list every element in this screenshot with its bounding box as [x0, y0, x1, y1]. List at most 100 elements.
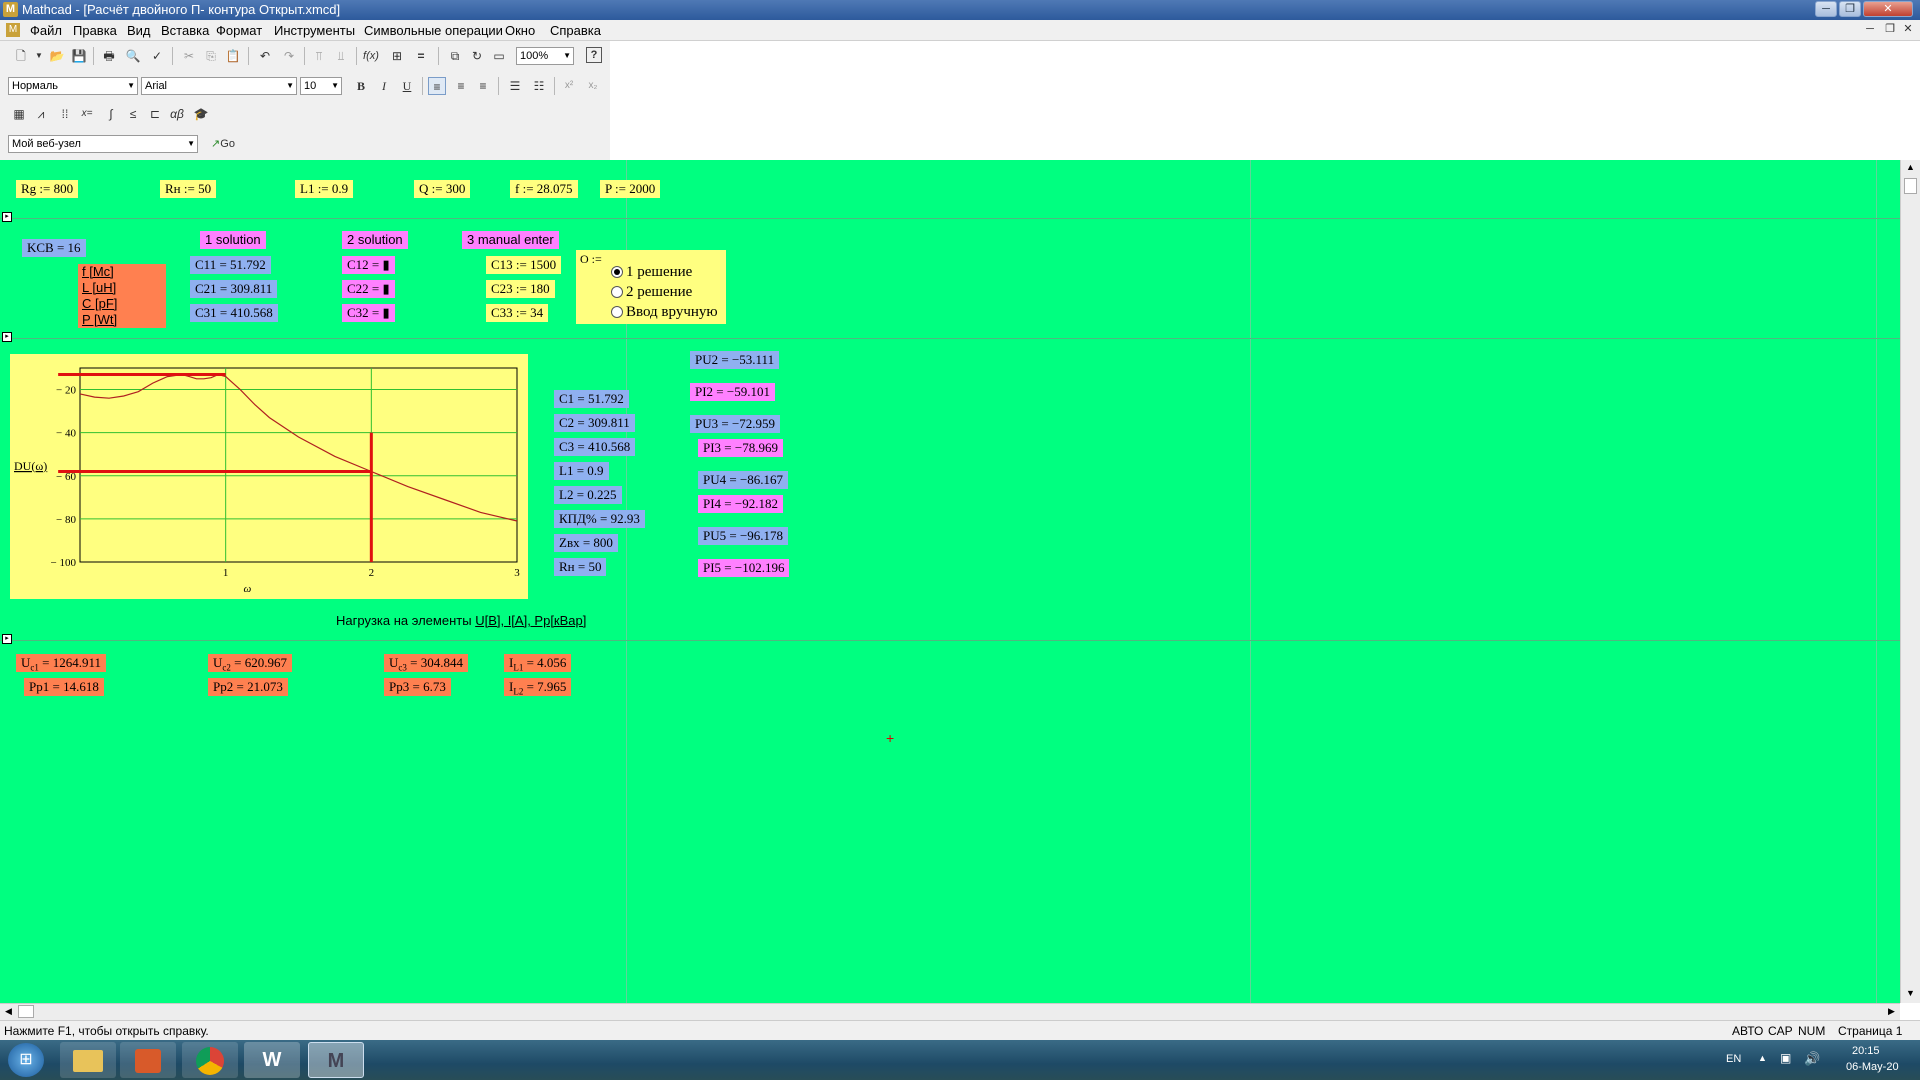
phase-1[interactable]: PI2 = −59.101 — [690, 383, 775, 401]
align-left-icon[interactable]: ⫫ — [332, 47, 350, 65]
menu-symbolics[interactable]: Символьные операции — [364, 23, 503, 38]
l1-definition[interactable]: L1 := 0.9 — [295, 180, 354, 198]
minimize-button[interactable]: ─ — [1815, 1, 1837, 17]
restore-button[interactable]: ❐ — [1839, 1, 1861, 17]
copy-icon[interactable]: ⎘ — [202, 47, 220, 65]
c12-value[interactable]: C12 = ▮ — [342, 256, 395, 274]
language-indicator[interactable]: EN — [1726, 1053, 1741, 1065]
cut-icon[interactable]: ✂ — [180, 47, 198, 65]
bullets-icon[interactable]: ☰ — [506, 77, 524, 95]
font-select[interactable]: Arial ▼ — [141, 77, 297, 95]
insert-function-icon[interactable]: f(x) — [362, 47, 380, 65]
q-definition[interactable]: Q := 300 — [414, 180, 471, 198]
load-load-p-3[interactable]: IL2 = 7.965 — [504, 678, 572, 697]
ksv-value[interactable]: KCB = 16 — [22, 239, 86, 257]
result-2[interactable]: C3 = 410.568 — [554, 438, 636, 456]
collapse-toggle-3[interactable]: ▸ — [2, 634, 12, 644]
print-icon[interactable]: 🖶 — [100, 47, 118, 65]
phase-5[interactable]: PI4 = −92.182 — [698, 495, 783, 513]
save-icon[interactable]: 💾 — [70, 47, 88, 65]
phase-7[interactable]: PI5 = −102.196 — [698, 559, 790, 577]
f-definition[interactable]: f := 28.075 — [510, 180, 578, 198]
rg-definition[interactable]: Rg := 800 — [16, 180, 79, 198]
help-icon[interactable]: ? — [586, 47, 602, 63]
explorer-taskbar-icon[interactable] — [60, 1042, 116, 1078]
new-icon[interactable]: 🗋 — [12, 47, 30, 65]
style-select[interactable]: Нормаль ▼ — [8, 77, 138, 95]
c13-definition[interactable]: C13 := 1500 — [486, 256, 562, 274]
doc-restore-button[interactable]: ❐ — [1882, 22, 1898, 37]
menu-insert[interactable]: Вставка — [161, 23, 209, 38]
scroll-right-icon[interactable]: ▶ — [1888, 1006, 1895, 1017]
du-plot[interactable]: 1 2 3− 20− 40− 60− 80− 100 DU(ω) ω — [10, 354, 528, 599]
numbering-icon[interactable]: ☷ — [530, 77, 548, 95]
spellcheck-icon[interactable]: ✓ — [148, 47, 166, 65]
calculator-palette-icon[interactable]: ▦ — [10, 105, 28, 123]
phase-4[interactable]: PU4 = −86.167 — [698, 471, 789, 489]
c23-definition[interactable]: C23 := 180 — [486, 280, 555, 298]
load-load-p-1[interactable]: Pp2 = 21.073 — [208, 678, 288, 696]
scroll-up-icon[interactable]: ▲ — [1906, 162, 1915, 172]
document-icon[interactable]: M — [6, 23, 20, 37]
programming-palette-icon[interactable]: ⊏ — [146, 105, 164, 123]
c31-value[interactable]: C31 = 410.568 — [190, 304, 278, 322]
phase-0[interactable]: PU2 = −53.111 — [690, 351, 780, 369]
zoom-select[interactable]: 100% ▼ — [516, 47, 574, 65]
align-top-icon[interactable]: ⫪ — [310, 47, 328, 65]
collapse-toggle-2[interactable]: ▸ — [2, 332, 12, 342]
insert-component-icon[interactable]: ⧉ — [446, 47, 464, 65]
horizontal-scroll-thumb[interactable] — [18, 1005, 34, 1018]
calculate-icon[interactable]: = — [412, 47, 430, 65]
bold-button[interactable]: B — [352, 77, 370, 95]
load-load-u-3[interactable]: IL1 = 4.056 — [504, 654, 572, 673]
greek-palette-icon[interactable]: αβ — [168, 105, 186, 123]
web-node-select[interactable]: Мой веб-узел ▼ — [8, 135, 198, 153]
radio-option-3[interactable]: Ввод вручную — [611, 302, 718, 322]
undo-icon[interactable]: ↶ — [256, 47, 274, 65]
volume-icon[interactable]: 🔊 — [1804, 1051, 1820, 1067]
menu-help[interactable]: Справка — [550, 23, 601, 38]
resources-icon[interactable]: ↻ — [468, 47, 486, 65]
solution-radio-group[interactable]: O := 1 решение 2 решение Ввод вручную — [576, 250, 726, 324]
load-load-p-0[interactable]: Pp1 = 14.618 — [24, 678, 104, 696]
result-3[interactable]: L1 = 0.9 — [554, 462, 609, 480]
window-icon[interactable]: ▭ — [490, 47, 508, 65]
menu-window[interactable]: Окно — [505, 23, 535, 38]
c32-value[interactable]: C32 = ▮ — [342, 304, 395, 322]
close-button[interactable]: ✕ — [1863, 1, 1913, 17]
vertical-scrollbar[interactable]: ▲ ▼ — [1900, 160, 1920, 1003]
rn-definition[interactable]: Rн := 50 — [160, 180, 217, 198]
menu-file[interactable]: Файл — [30, 23, 62, 38]
worksheet[interactable]: ▸ ▸ ▸ Rg := 800 Rн := 50 L1 := 0.9 Q := … — [0, 160, 1900, 1003]
radio-option-1[interactable]: 1 решение — [611, 262, 692, 282]
vertical-scroll-thumb[interactable] — [1904, 178, 1917, 194]
result-5[interactable]: КПД% = 92.93 — [554, 510, 645, 528]
doc-minimize-button[interactable]: ─ — [1862, 22, 1878, 37]
phase-6[interactable]: PU5 = −96.178 — [698, 527, 789, 545]
calculus-palette-icon[interactable]: ∫ — [102, 105, 120, 123]
c22-value[interactable]: C22 = ▮ — [342, 280, 395, 298]
go-button[interactable]: ↗Go — [206, 135, 240, 153]
symbolic-palette-icon[interactable]: 🎓 — [192, 105, 210, 123]
c33-definition[interactable]: C33 := 34 — [486, 304, 549, 322]
scroll-left-icon[interactable]: ◀ — [5, 1006, 12, 1017]
p-definition[interactable]: P := 2000 — [600, 180, 661, 198]
subscript-icon[interactable]: x₂ — [584, 77, 602, 95]
collapse-toggle-1[interactable]: ▸ — [2, 212, 12, 222]
matrix-palette-icon[interactable]: ⁞⁞ — [56, 105, 74, 123]
result-4[interactable]: L2 = 0.225 — [554, 486, 622, 504]
doc-close-button[interactable]: ✕ — [1900, 22, 1916, 37]
chrome-taskbar-icon[interactable] — [182, 1042, 238, 1078]
menu-edit[interactable]: Правка — [73, 23, 117, 38]
graph-palette-icon[interactable]: ⩘ — [32, 105, 50, 123]
load-load-u-2[interactable]: Uc3 = 304.844 — [384, 654, 468, 673]
load-load-u-0[interactable]: Uc1 = 1264.911 — [16, 654, 106, 673]
result-1[interactable]: C2 = 309.811 — [554, 414, 635, 432]
horizontal-scrollbar[interactable]: ◀ ▶ — [0, 1003, 1900, 1020]
phase-3[interactable]: PI3 = −78.969 — [698, 439, 783, 457]
underline-button[interactable]: U — [398, 77, 416, 95]
redo-icon[interactable]: ↷ — [280, 47, 298, 65]
paste-icon[interactable]: 📋 — [224, 47, 242, 65]
menu-format[interactable]: Формат — [216, 23, 262, 38]
open-icon[interactable]: 📂 — [48, 47, 66, 65]
